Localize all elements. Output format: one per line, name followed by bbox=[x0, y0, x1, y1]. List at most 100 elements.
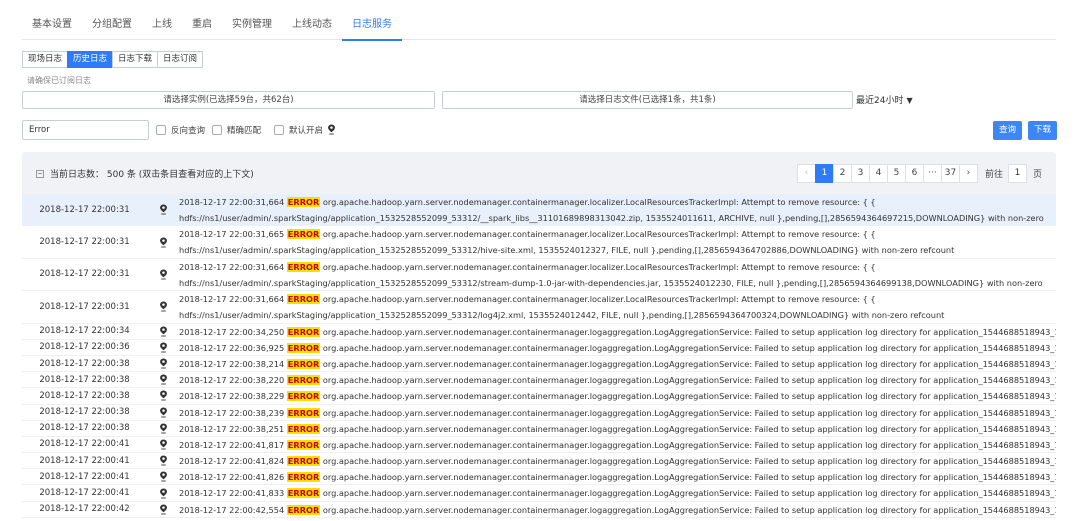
log-level-badge: ERROR bbox=[286, 342, 321, 353]
pin-icon[interactable] bbox=[159, 204, 168, 215]
subscribe-hint: 请确保已订阅日志 bbox=[27, 76, 91, 85]
log-text: org.apache.hadoop.yarn.server.nodemanage… bbox=[320, 472, 1056, 483]
log-row[interactable]: 2018-12-17 22:00:42 2018-12-17 22:00:42,5… bbox=[22, 501, 1056, 518]
goto-page-input[interactable]: 1 bbox=[1007, 164, 1027, 183]
log-time: 2018-12-17 22:00:36 bbox=[39, 342, 130, 353]
log-row[interactable]: 2018-12-17 22:00:38 2018-12-17 22:00:38,2… bbox=[22, 404, 1056, 421]
pin-icon[interactable] bbox=[159, 455, 168, 466]
pin-icon[interactable] bbox=[159, 471, 168, 482]
pin-icon[interactable] bbox=[159, 407, 168, 418]
page-button[interactable]: 2 bbox=[832, 164, 852, 183]
tab-deploy-activity[interactable]: 上线动态 bbox=[282, 10, 342, 40]
prev-page-button[interactable]: ‹ bbox=[796, 164, 816, 183]
log-row[interactable]: 2018-12-17 22:00:41 2018-12-17 22:00:41,8… bbox=[22, 469, 1056, 486]
checkbox-box bbox=[156, 125, 166, 135]
log-file-select[interactable]: 请选择日志文件(已选择1条，共1条) bbox=[442, 91, 853, 109]
pin-icon[interactable] bbox=[159, 504, 168, 515]
log-row[interactable]: 2018-12-17 22:00:38 2018-12-17 22:00:38,2… bbox=[22, 420, 1056, 437]
log-timestamp: 2018-12-17 22:00:31,665 bbox=[179, 229, 287, 240]
log-row[interactable]: 2018-12-17 22:00:41 2018-12-17 22:00:41,8… bbox=[22, 485, 1056, 502]
log-message: 2018-12-17 22:00:41,833 ERROR org.apache… bbox=[179, 485, 1056, 500]
subtab-log-subscribe[interactable]: 日志订阅 bbox=[157, 51, 204, 68]
log-row[interactable]: 2018-12-17 22:00:41 2018-12-17 22:00:41,8… bbox=[22, 436, 1056, 454]
tab-deploy[interactable]: 上线 bbox=[142, 10, 182, 40]
log-time: 2018-12-17 22:00:41 bbox=[39, 455, 130, 466]
log-message: 2018-12-17 22:00:41,824 ERROR org.apache… bbox=[179, 453, 1056, 468]
subtab-history-log[interactable]: 历史日志 bbox=[67, 51, 114, 68]
pin-cell bbox=[147, 194, 179, 225]
log-timestamp: 2018-12-17 22:00:38,239 bbox=[179, 407, 287, 418]
tab-instance-management[interactable]: 实例管理 bbox=[222, 10, 282, 40]
log-row[interactable]: 2018-12-17 22:00:38 2018-12-17 22:00:38,2… bbox=[22, 355, 1056, 373]
log-row[interactable]: 2018-12-17 22:00:36 2018-12-17 22:00:36,9… bbox=[22, 339, 1056, 356]
tab-basic-settings[interactable]: 基本设置 bbox=[22, 10, 82, 40]
log-level-badge: ERROR bbox=[286, 197, 321, 207]
log-row[interactable]: 2018-12-17 22:00:31 2018-12-17 22:00:31,6… bbox=[22, 258, 1056, 292]
log-panel-header: 当前日志数： 500 条 (双击条目查看对应的上下文) ‹ 1 2 3 4 5 … bbox=[22, 152, 1056, 194]
collapse-icon[interactable] bbox=[36, 169, 44, 178]
log-time: 2018-12-17 22:00:34 bbox=[39, 326, 130, 337]
reverse-query-checkbox[interactable]: 反向查询 bbox=[156, 124, 205, 136]
time-range-dropdown[interactable]: 最近24小时 ▼ bbox=[856, 93, 913, 106]
log-level-badge: ERROR bbox=[286, 326, 321, 337]
pin-cell bbox=[147, 388, 179, 403]
tab-restart[interactable]: 重启 bbox=[182, 10, 222, 40]
page-button[interactable]: 3 bbox=[850, 164, 870, 183]
log-row[interactable]: 2018-12-17 22:00:38 2018-12-17 22:00:38,2… bbox=[22, 372, 1056, 389]
more-pages-button[interactable]: ··· bbox=[922, 164, 942, 183]
instance-select[interactable]: 请选择实例(已选择59台，共62台) bbox=[22, 91, 435, 109]
next-page-button[interactable]: › bbox=[958, 164, 978, 183]
default-on-label: 默认开启 bbox=[289, 126, 324, 136]
pin-icon[interactable] bbox=[159, 358, 168, 369]
log-text: org.apache.hadoop.yarn.server.nodemanage… bbox=[320, 358, 1056, 369]
pin-icon[interactable] bbox=[159, 326, 168, 337]
search-input[interactable] bbox=[22, 120, 149, 140]
tab-group-config[interactable]: 分组配置 bbox=[82, 10, 142, 40]
page-button[interactable]: 4 bbox=[868, 164, 888, 183]
pin-icon[interactable] bbox=[159, 269, 168, 280]
log-row[interactable]: 2018-12-17 22:00:41 2018-12-17 22:00:41,8… bbox=[22, 453, 1056, 470]
pin-cell bbox=[147, 324, 179, 339]
pin-icon[interactable] bbox=[159, 488, 168, 499]
log-timestamp: 2018-12-17 22:00:41,833 bbox=[179, 488, 287, 499]
log-text: org.apache.hadoop.yarn.server.nodemanage… bbox=[320, 423, 1056, 434]
log-level-badge: ERROR bbox=[286, 229, 321, 240]
subtab-log-download[interactable]: 日志下载 bbox=[112, 51, 159, 68]
log-row[interactable]: 2018-12-17 22:00:31 2018-12-17 22:00:31,6… bbox=[22, 194, 1056, 227]
page-unit-label: 页 bbox=[1032, 170, 1042, 180]
pin-icon[interactable] bbox=[159, 423, 168, 434]
top-tab-bar: 基本设置 分组配置 上线 重启 实例管理 上线动态 日志服务 bbox=[22, 10, 1056, 41]
tab-log-service[interactable]: 日志服务 bbox=[342, 10, 402, 41]
pin-icon[interactable] bbox=[159, 390, 168, 401]
subtab-live-log[interactable]: 现场日志 bbox=[22, 51, 69, 68]
pin-icon[interactable] bbox=[327, 124, 336, 135]
log-text: org.apache.hadoop.yarn.server.nodemanage… bbox=[320, 407, 1056, 418]
pin-icon[interactable] bbox=[159, 439, 168, 450]
download-button[interactable]: 下载 bbox=[1028, 121, 1058, 140]
query-button[interactable]: 查询 bbox=[993, 121, 1023, 140]
pin-icon[interactable] bbox=[159, 301, 168, 312]
log-text: org.apache.hadoop.yarn.server.nodemanage… bbox=[320, 342, 1056, 353]
log-text: org.apache.hadoop.yarn.server.nodemanage… bbox=[320, 439, 1056, 450]
log-row[interactable]: 2018-12-17 22:00:38 2018-12-17 22:00:38,2… bbox=[22, 388, 1056, 405]
default-on-checkbox[interactable]: 默认开启 bbox=[274, 124, 323, 136]
log-row[interactable]: 2018-12-17 22:00:31 2018-12-17 22:00:31,6… bbox=[22, 291, 1056, 324]
exact-match-checkbox[interactable]: 精确匹配 bbox=[212, 124, 261, 136]
pin-icon[interactable] bbox=[159, 342, 168, 353]
log-message: 2018-12-17 22:00:31,664 ERROR org.apache… bbox=[179, 291, 1056, 322]
log-time: 2018-12-17 22:00:38 bbox=[39, 423, 130, 434]
pin-cell bbox=[147, 405, 179, 420]
page-button[interactable]: 1 bbox=[814, 164, 834, 183]
page-button[interactable]: 5 bbox=[886, 164, 906, 183]
pin-icon[interactable] bbox=[159, 237, 168, 248]
page-button[interactable]: 37 bbox=[940, 164, 960, 183]
log-message: 2018-12-17 22:00:42,554 ERROR org.apache… bbox=[179, 502, 1056, 517]
log-level-badge: ERROR bbox=[286, 504, 321, 515]
log-row[interactable]: 2018-12-17 22:00:31 2018-12-17 22:00:31,6… bbox=[22, 226, 1056, 259]
log-message: 2018-12-17 22:00:38,229 ERROR org.apache… bbox=[179, 388, 1056, 403]
page-button[interactable]: 6 bbox=[904, 164, 924, 183]
pin-icon[interactable] bbox=[159, 374, 168, 385]
log-row[interactable]: 2018-12-17 22:00:34 2018-12-17 22:00:34,2… bbox=[22, 323, 1056, 340]
log-message: 2018-12-17 22:00:31,664 ERROR org.apache… bbox=[179, 259, 1056, 290]
exact-match-label: 精确匹配 bbox=[227, 126, 262, 136]
